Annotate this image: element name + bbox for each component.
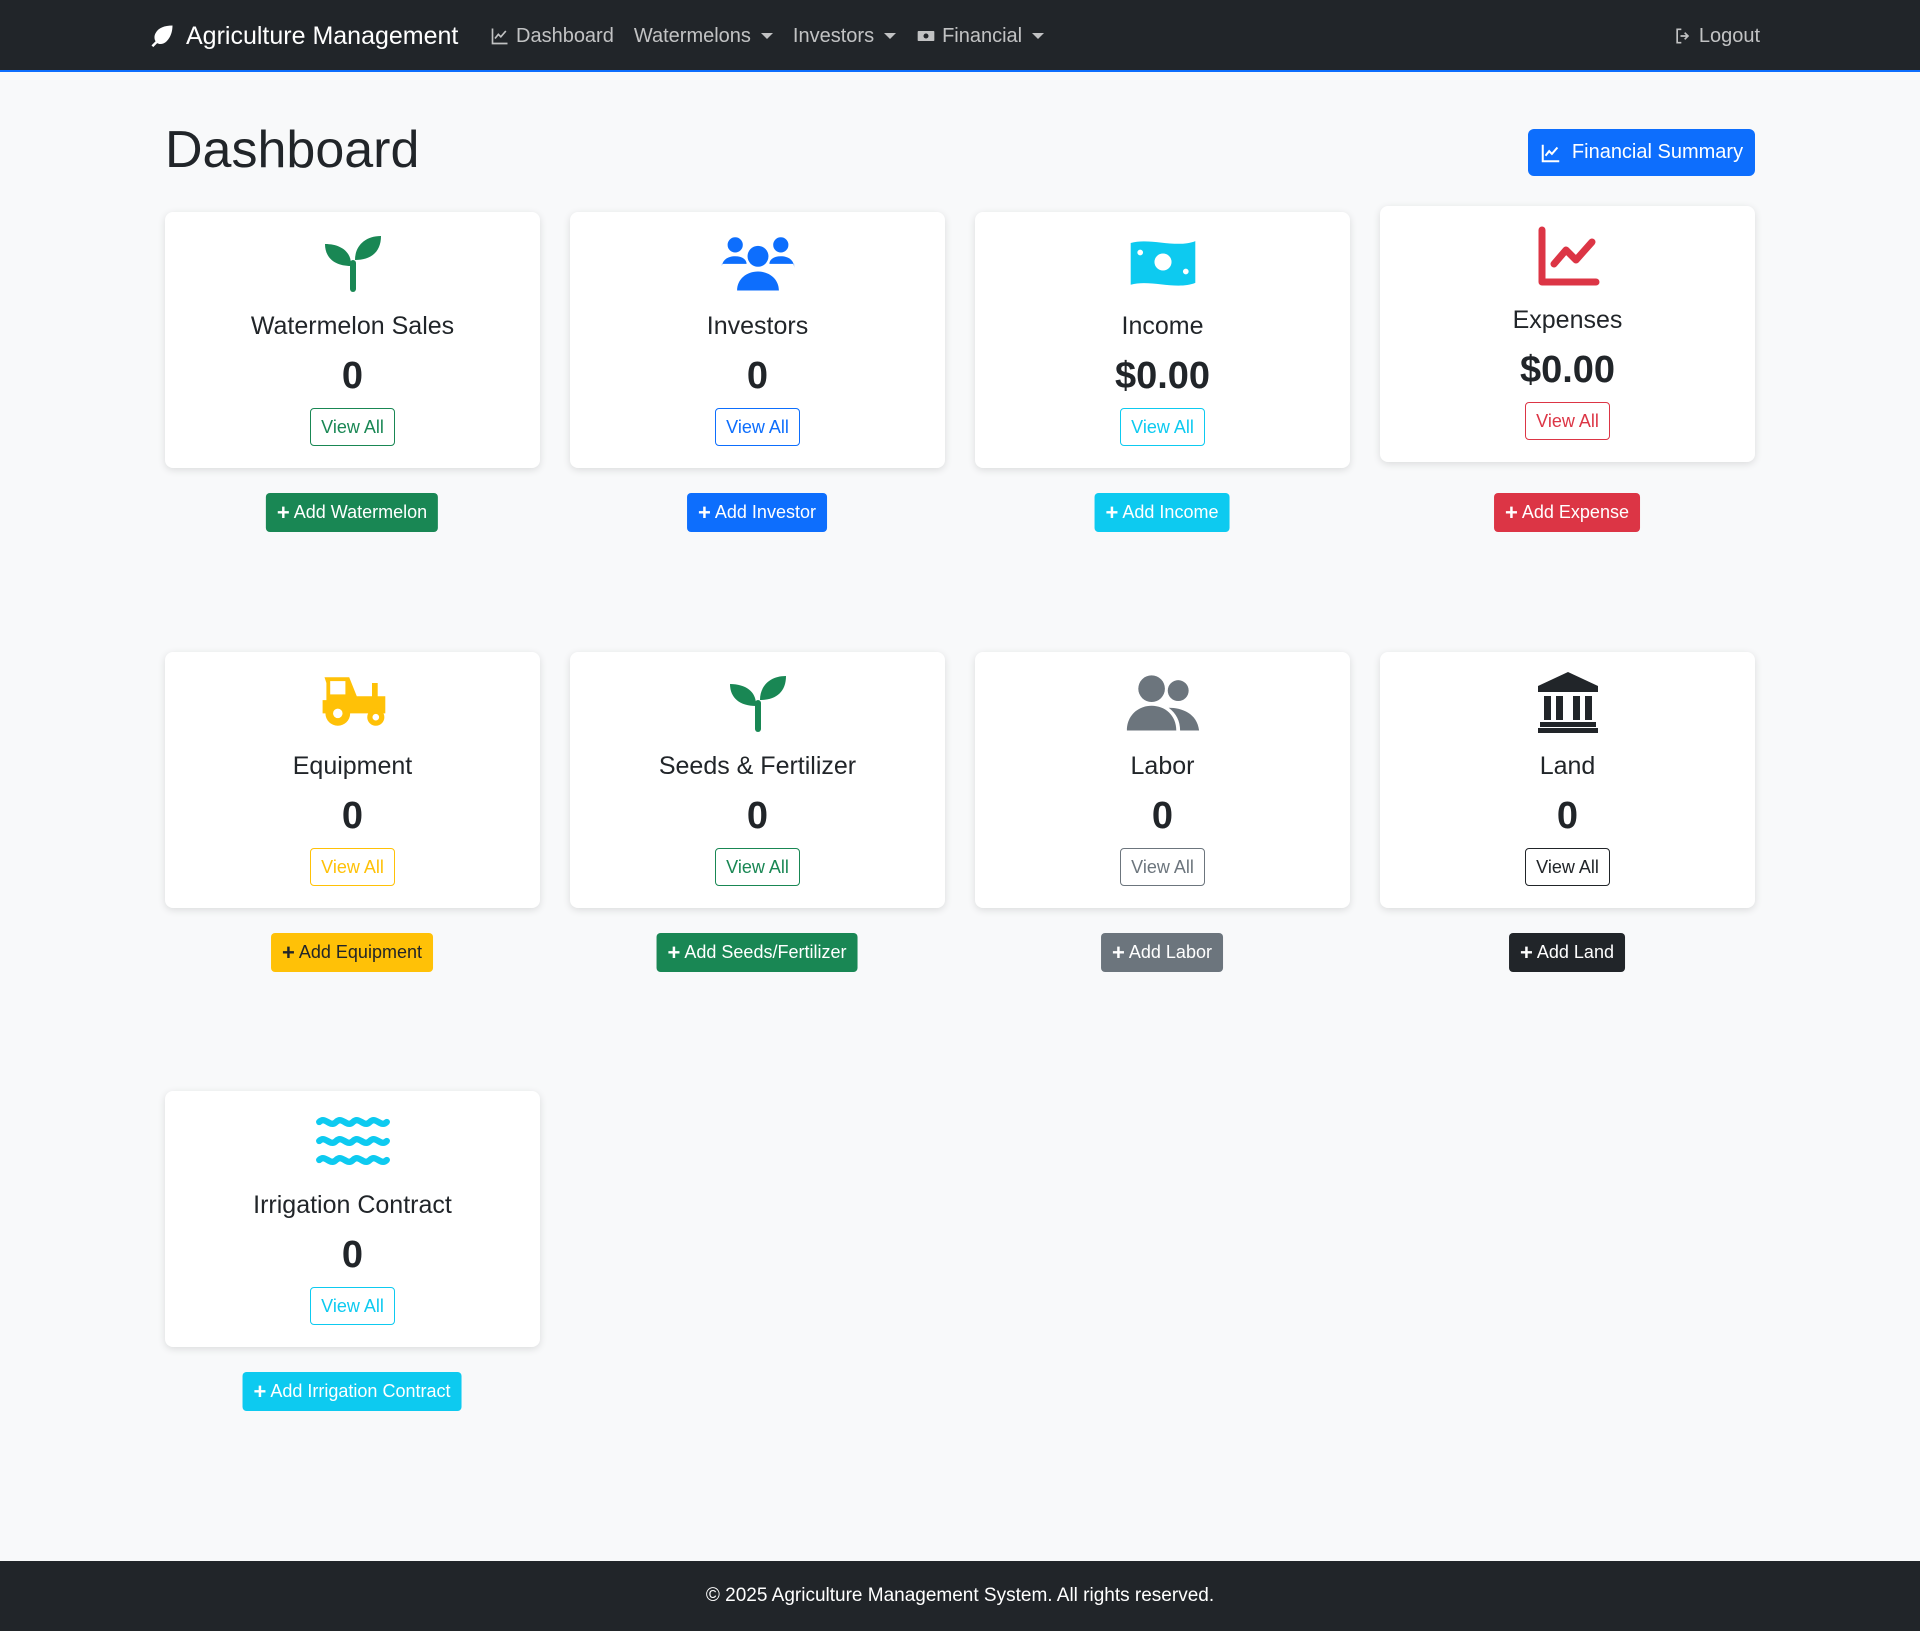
card-title: Income (1121, 312, 1204, 340)
plus-icon: + (1112, 939, 1125, 965)
add-investor-button[interactable]: + Add Investor (687, 493, 827, 532)
card-title: Expenses (1512, 306, 1623, 334)
card-value: 0 (341, 795, 364, 837)
nav-dashboard[interactable]: Dashboard (490, 25, 614, 48)
add-labor-button[interactable]: + Add Labor (1101, 933, 1223, 972)
seedling-icon (718, 670, 798, 734)
card-value: 0 (341, 1234, 364, 1276)
card-investors: Investors 0 View All (570, 212, 945, 468)
card-irrigation-contract: Irrigation Contract 0 View All (165, 1091, 540, 1347)
page-title: Dashboard (165, 121, 420, 179)
add-label: Add Seeds/Fertilizer (684, 942, 847, 962)
view-all-button[interactable]: View All (715, 848, 800, 886)
view-all-button[interactable]: View All (1525, 848, 1610, 886)
card-labor: Labor 0 View All (975, 652, 1350, 908)
logout-label: Logout (1698, 24, 1760, 47)
nav-watermelons-dropdown[interactable]: Watermelons (634, 25, 773, 48)
chart-line-icon (1528, 224, 1608, 288)
add-income-button[interactable]: + Add Income (1094, 493, 1230, 532)
water-icon (313, 1109, 393, 1173)
view-all-button[interactable]: View All (310, 1287, 395, 1325)
card-title: Irrigation Contract (253, 1191, 452, 1219)
money-bill-icon (917, 31, 935, 41)
tractor-icon (313, 670, 393, 734)
leaf-icon (151, 25, 173, 48)
card-income: Income $0.00 View All (975, 212, 1350, 468)
view-all-button[interactable]: View All (1120, 408, 1205, 446)
brand-label: Agriculture Management (186, 21, 459, 50)
user-group-icon (1123, 670, 1203, 734)
sign-out-icon (1676, 28, 1690, 44)
add-label: Add Labor (1128, 942, 1212, 962)
nav-investors-label: Investors (792, 24, 875, 47)
add-label: Add Expense (1521, 502, 1629, 522)
card-value: 0 (1151, 795, 1174, 837)
nav-investors-dropdown[interactable]: Investors (792, 24, 897, 48)
add-label: Add Income (1122, 502, 1219, 522)
card-value: 0 (746, 355, 769, 397)
add-label: Add Equipment (298, 942, 422, 962)
plus-icon: + (253, 1378, 267, 1404)
card-watermelon-sales: Watermelon Sales 0 View All (165, 212, 540, 468)
card-expenses: Expenses $0.00 View All (1380, 206, 1755, 462)
plus-icon: + (1520, 939, 1533, 965)
view-all-button[interactable]: View All (310, 848, 395, 886)
view-all-button[interactable]: View All (1120, 848, 1205, 886)
add-watermelon-button[interactable]: + Add Watermelon (265, 493, 439, 532)
plus-icon: + (1505, 499, 1518, 525)
page-footer: © 2025 Agriculture Management System. Al… (0, 1561, 1920, 1631)
nav-financial-dropdown[interactable]: Financial (916, 24, 1045, 48)
card-value: $0.00 (1114, 355, 1211, 397)
card-title: Labor (1130, 752, 1195, 780)
plus-icon: + (1105, 499, 1119, 525)
card-equipment: Equipment 0 View All (165, 652, 540, 908)
plus-icon: + (276, 499, 290, 525)
add-label: Add Land (1536, 942, 1614, 962)
card-title: Investors (706, 312, 809, 340)
add-label: Add Investor (714, 502, 816, 522)
card-land: Land 0 View All (1380, 652, 1755, 908)
card-title: Seeds & Fertilizer (658, 752, 857, 780)
card-seeds-fertilizer: Seeds & Fertilizer 0 View All (570, 652, 945, 908)
brand-link[interactable]: Agriculture Management (148, 18, 458, 54)
copyright-text: © 2025 Agriculture Management System. Al… (705, 1585, 1215, 1606)
view-all-button[interactable]: View All (715, 408, 800, 446)
card-title: Equipment (292, 752, 413, 780)
caret-down-icon (884, 33, 897, 39)
chart-line-icon (491, 28, 508, 45)
add-land-button[interactable]: + Add Land (1509, 933, 1625, 972)
card-value: 0 (1556, 795, 1579, 837)
logout-link[interactable]: Logout (1673, 18, 1760, 54)
nav-financial-label: Financial (942, 24, 1023, 47)
plus-icon: + (667, 939, 681, 965)
add-seeds-fertilizer-button[interactable]: + Add Seeds/Fertilizer (656, 933, 858, 972)
card-title: Watermelon Sales (250, 312, 455, 340)
card-value: 0 (746, 795, 769, 837)
card-value: $0.00 (1519, 349, 1616, 391)
top-navbar: Agriculture Management Dashboard Waterme… (0, 0, 1920, 72)
financial-summary-label: Financial Summary (1571, 141, 1744, 163)
users-icon (718, 230, 798, 294)
add-equipment-button[interactable]: + Add Equipment (271, 933, 433, 972)
add-irrigation-contract-button[interactable]: + Add Irrigation Contract (242, 1372, 462, 1411)
add-label: Add Irrigation Contract (270, 1381, 451, 1401)
financial-summary-button[interactable]: Financial Summary (1528, 129, 1755, 176)
chart-line-icon (1541, 144, 1560, 162)
seedling-icon (313, 230, 393, 294)
plus-icon: + (282, 939, 295, 965)
caret-down-icon (760, 33, 773, 39)
caret-down-icon (1032, 33, 1045, 39)
card-title: Land (1539, 752, 1596, 780)
view-all-button[interactable]: View All (1525, 402, 1610, 440)
plus-icon: + (698, 499, 711, 525)
card-value: 0 (341, 355, 364, 397)
add-label: Add Watermelon (293, 502, 428, 522)
nav-watermelons-label: Watermelons (633, 24, 751, 47)
money-bill-icon (1123, 230, 1203, 294)
nav-dashboard-label: Dashboard (516, 24, 614, 47)
add-expense-button[interactable]: + Add Expense (1494, 493, 1640, 532)
view-all-button[interactable]: View All (310, 408, 395, 446)
landmark-icon (1528, 670, 1608, 734)
